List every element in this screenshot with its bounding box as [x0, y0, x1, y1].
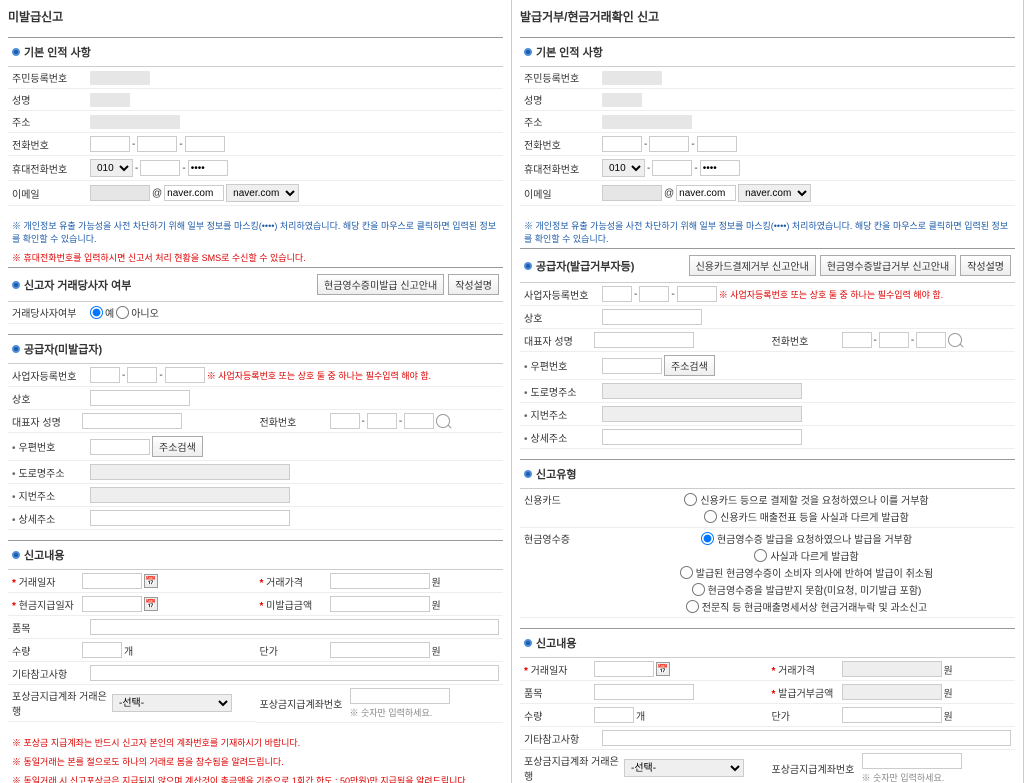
bizname-input[interactable]: [90, 390, 190, 406]
btn-guide[interactable]: 현금영수증미발급 신고안내: [317, 274, 444, 295]
unitprice-input[interactable]: [330, 642, 430, 658]
email-domain-text[interactable]: [164, 185, 224, 201]
bullet-icon: [12, 551, 20, 559]
other-input[interactable]: [90, 665, 499, 681]
radio-card-2[interactable]: 신용카드 매출전표 등을 사실과 다르게 발급함: [704, 509, 909, 524]
privacy-note: ※ 개인정보 유출 가능성을 사전 차단하기 위해 일부 정보를 마스킹(•••…: [8, 216, 503, 248]
acct-input[interactable]: [350, 688, 450, 704]
btn-card-guide[interactable]: 신용카드결제거부 신고안내: [689, 255, 816, 276]
page-title-right: 발급거부/현금거래확인 신고: [520, 8, 1015, 29]
email-domain-select[interactable]: naver.com: [226, 184, 299, 202]
mobile-note: ※ 휴대전화번호를 입력하시면 신고서 처리 현황을 SMS로 수신할 수 있습…: [8, 248, 503, 267]
mobile-prefix-r[interactable]: 010: [602, 159, 645, 177]
section-supplier: 공급자(미발급자) 사업자등록번호 - - ※ 사업자등록번호 또는 상호 둘 …: [8, 334, 503, 530]
calendar-icon[interactable]: 📅: [656, 662, 670, 676]
btn-cash-guide[interactable]: 현금영수증발급거부 신고안내: [820, 255, 956, 276]
radio-cash-4[interactable]: 현금영수증을 발급받지 못함(미요청, 미기발급 포함): [692, 582, 922, 597]
addr-masked: .: [90, 115, 180, 129]
unissued-amt[interactable]: [330, 596, 430, 612]
mobile-2[interactable]: [140, 160, 180, 176]
bullet-icon: [524, 470, 532, 478]
section-content: 신고내용 * 거래일자 📅 * 거래가격 원 * 현금지급일자 📅 * 미발급금…: [8, 540, 503, 723]
phone-3[interactable]: [185, 136, 225, 152]
bizno-1[interactable]: [90, 367, 120, 383]
phone-1-r[interactable]: [602, 136, 642, 152]
section-supplier-r: 공급자(발급거부자등) 신용카드결제거부 신고안내 현금영수증발급거부 신고안내…: [520, 248, 1015, 449]
sup-phone-2[interactable]: [367, 413, 397, 429]
bullet-icon: [12, 48, 20, 56]
bullet-icon: [12, 345, 20, 353]
section-report-type: 신고유형 신용카드 신용카드 등으로 결제할 것을 요청하였으나 이를 거부함 …: [520, 459, 1015, 618]
email-domain-select-r[interactable]: naver.com: [738, 184, 811, 202]
trans-date[interactable]: [82, 573, 142, 589]
mobile-3[interactable]: [188, 160, 228, 176]
item-input[interactable]: [90, 619, 499, 635]
page-title-left: 미발급신고: [8, 8, 503, 29]
radio-card-1[interactable]: 신용카드 등으로 결제할 것을 요청하였으나 이를 거부함: [684, 492, 928, 507]
sup-phone-3[interactable]: [404, 413, 434, 429]
section-reporter: 신고자 거래당사자 여부 현금영수증미발급 신고안내 작성설명 거래당사자여부 …: [8, 267, 503, 324]
btn-addr-search[interactable]: 주소검색: [152, 436, 203, 457]
bullet-icon: [524, 48, 532, 56]
rrn-masked: .: [90, 71, 150, 85]
jibun-input[interactable]: [90, 487, 290, 503]
search-icon[interactable]: [436, 414, 450, 428]
bullet-icon: [524, 639, 532, 647]
section-personal: 기본 인적 사항 주민등록번호. 성명. 주소. 전화번호 - - 휴대전화번호…: [8, 37, 503, 206]
radio-cash-1[interactable]: 현금영수증 발급을 요청하였으나 발급을 거부함: [701, 531, 912, 546]
mobile-3-r[interactable]: [700, 160, 740, 176]
radio-no[interactable]: 아니오: [116, 305, 159, 320]
zip-input[interactable]: [90, 439, 150, 455]
qty-input[interactable]: [82, 642, 122, 658]
sup-phone-1[interactable]: [330, 413, 360, 429]
left-panel: 미발급신고 기본 인적 사항 주민등록번호. 성명. 주소. 전화번호 - - …: [0, 0, 512, 783]
phone-2[interactable]: [137, 136, 177, 152]
calendar-icon[interactable]: 📅: [144, 597, 158, 611]
mobile-2-r[interactable]: [652, 160, 692, 176]
mobile-prefix[interactable]: 010: [90, 159, 133, 177]
btn-addr-search-r[interactable]: 주소검색: [664, 355, 715, 376]
radio-cash-5[interactable]: 전문직 등 현금매출명세서상 현금거래누락 및 과소신고: [686, 599, 928, 614]
email-id[interactable]: [90, 185, 150, 201]
section-content-r: 신고내용 * 거래일자 📅 * 거래가격 원 품목 * 발급거부금액 원 수량 …: [520, 628, 1015, 783]
phone-2-r[interactable]: [649, 136, 689, 152]
section-personal-r: 기본 인적 사항 주민등록번호. 성명. 주소. 전화번호 - - 휴대전화번호…: [520, 37, 1015, 206]
right-panel: 발급거부/현금거래확인 신고 기본 인적 사항 주민등록번호. 성명. 주소. …: [512, 0, 1024, 783]
bullet-icon: [524, 262, 532, 270]
trans-price[interactable]: [330, 573, 430, 589]
btn-help[interactable]: 작성설명: [448, 274, 499, 295]
cash-date[interactable]: [82, 596, 142, 612]
radio-cash-3[interactable]: 발급된 현금영수증이 소비자 의사에 반하여 발급이 취소됨: [680, 565, 933, 580]
calendar-icon[interactable]: 📅: [144, 574, 158, 588]
bizno-2[interactable]: [127, 367, 157, 383]
phone-1[interactable]: [90, 136, 130, 152]
bullet-icon: [12, 281, 20, 289]
bank-select-r[interactable]: -선택-: [624, 759, 744, 777]
detail-input[interactable]: [90, 510, 290, 526]
radio-cash-2[interactable]: 사실과 다르게 발급함: [754, 548, 858, 563]
rep-input[interactable]: [82, 413, 182, 429]
email-id-r[interactable]: [602, 185, 662, 201]
phone-3-r[interactable]: [697, 136, 737, 152]
btn-help-r[interactable]: 작성설명: [960, 255, 1011, 276]
bank-select[interactable]: -선택-: [112, 694, 232, 712]
search-icon[interactable]: [948, 333, 962, 347]
bizno-3[interactable]: [165, 367, 205, 383]
radio-yes[interactable]: 예: [90, 305, 114, 320]
name-masked: .: [90, 93, 130, 107]
road-input[interactable]: [90, 464, 290, 480]
email-domain-text-r[interactable]: [676, 185, 736, 201]
